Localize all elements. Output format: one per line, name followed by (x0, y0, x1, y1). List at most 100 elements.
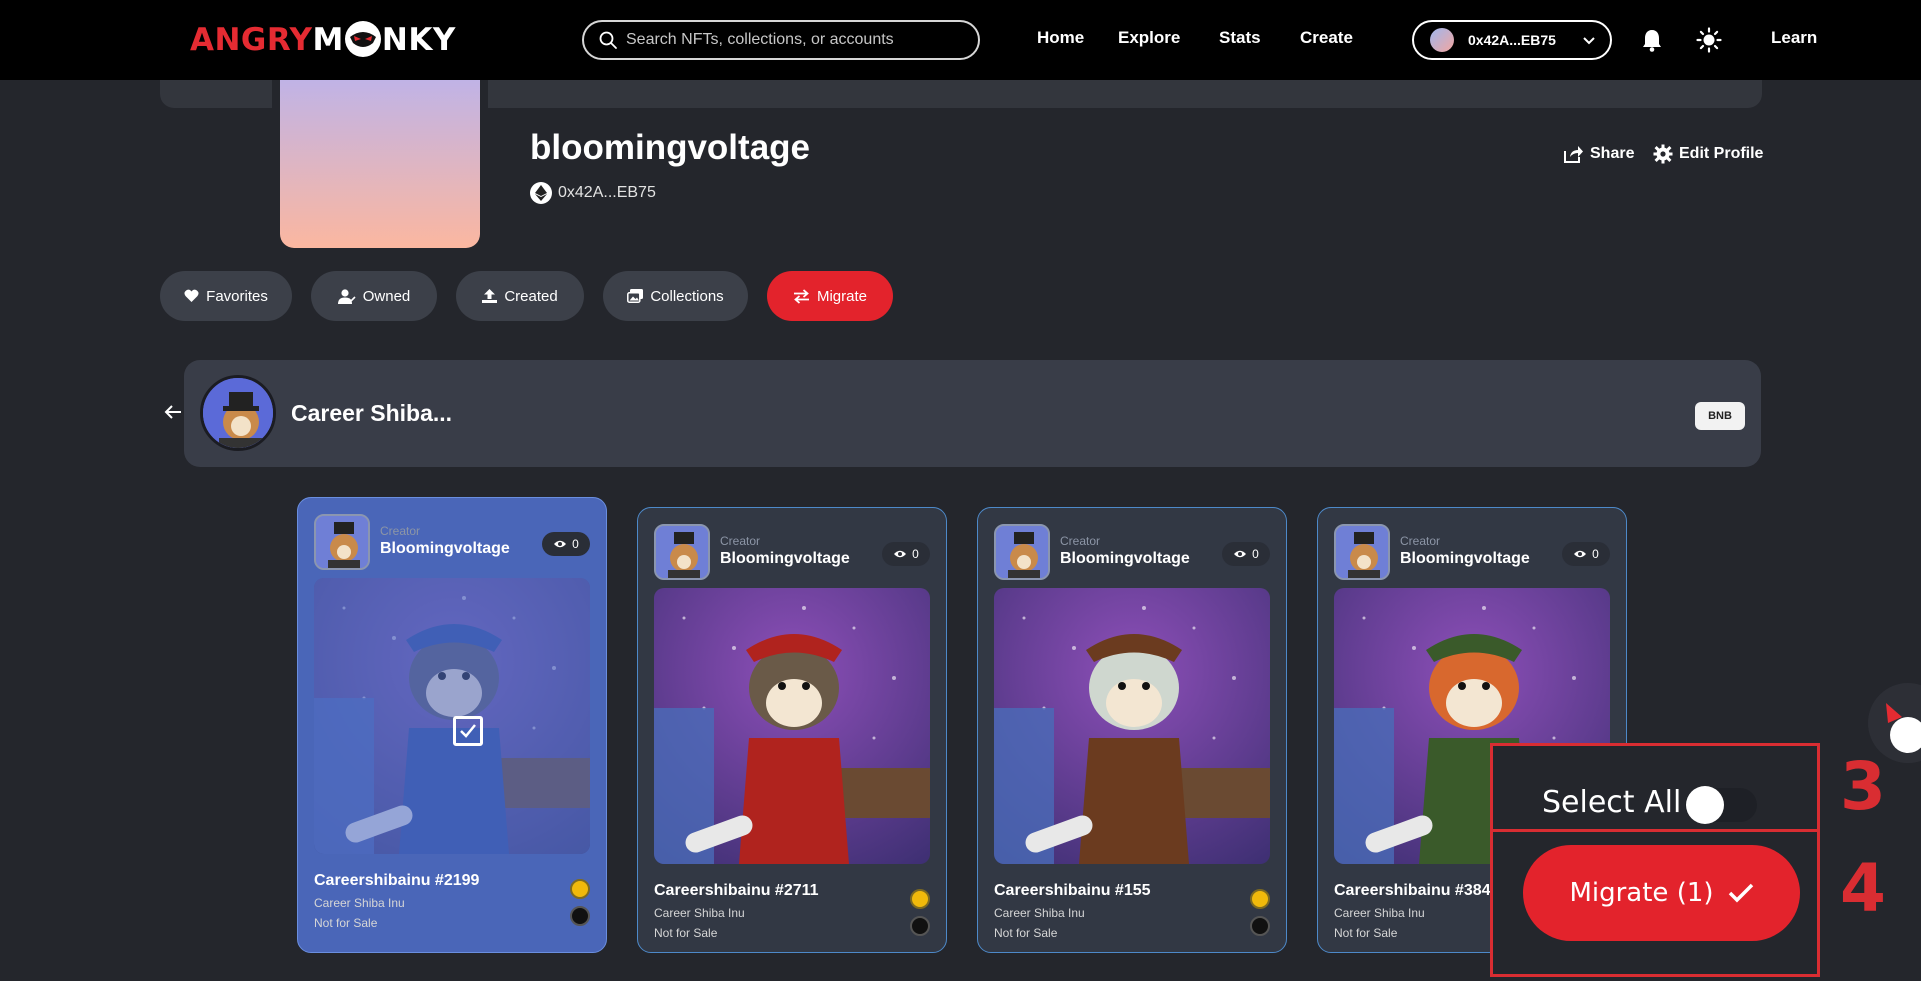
tab-created-label: Created (504, 287, 558, 305)
nft-title[interactable]: Careershibainu #3844 (1334, 882, 1499, 900)
view-count: 0 (542, 532, 590, 556)
nft-image[interactable] (654, 588, 930, 864)
nft-collection: Career Shiba Inu (994, 906, 1085, 920)
bell-icon[interactable] (1641, 28, 1663, 52)
search-bar[interactable] (582, 20, 980, 60)
creator-label: Creator (720, 534, 761, 548)
logo-text-m: M (312, 22, 344, 59)
nft-title[interactable]: Careershibainu #155 (994, 882, 1151, 900)
view-count: 0 (1562, 542, 1610, 566)
tab-migrate[interactable]: Migrate (767, 271, 893, 321)
edit-profile-button[interactable]: Edit Profile (1653, 144, 1763, 164)
tab-owned-label: Owned (362, 287, 411, 305)
nav-home[interactable]: Home (1037, 28, 1084, 48)
creator-label: Creator (1400, 534, 1441, 548)
nft-card[interactable]: Creator Bloomingvoltage 0 Careershibainu… (297, 497, 607, 953)
view-count-value: 0 (912, 547, 919, 561)
view-count: 0 (1222, 542, 1270, 566)
share-button[interactable]: Share (1562, 144, 1634, 164)
tab-favorites-label: Favorites (206, 287, 268, 305)
creator-name[interactable]: Bloomingvoltage (1400, 550, 1530, 568)
nft-sale-status: Not for Sale (1334, 926, 1398, 940)
upload-icon (482, 289, 498, 303)
select-all-label: Select All (1542, 785, 1682, 820)
logo[interactable]: ANGRYM NKY (190, 20, 456, 60)
migrate-button[interactable]: Migrate (1) (1523, 845, 1800, 941)
arrow-left-icon[interactable] (163, 402, 183, 422)
collection-avatar (200, 375, 276, 451)
nft-card[interactable]: Creator Bloomingvoltage 0 Careershibainu… (977, 507, 1287, 953)
view-count: 0 (882, 542, 930, 566)
tab-created[interactable]: Created (456, 271, 584, 321)
collection-name: Career Shiba... (291, 400, 453, 426)
nft-collection: Career Shiba Inu (1334, 906, 1425, 920)
creator-name[interactable]: Bloomingvoltage (380, 540, 510, 558)
nft-title[interactable]: Careershibainu #2711 (654, 882, 819, 900)
swap-icon (793, 288, 809, 304)
bnb-chain-icon (570, 879, 590, 899)
creator-label: Creator (1060, 534, 1101, 548)
logo-text-nky: NKY (381, 22, 456, 59)
eye-icon (1234, 550, 1247, 558)
tab-collections[interactable]: Collections (603, 271, 748, 321)
profile-address-row[interactable]: 0x42A...EB75 (530, 182, 656, 204)
nft-card[interactable]: Creator Bloomingvoltage 0 Careershibainu… (637, 507, 947, 953)
nft-image[interactable] (314, 578, 590, 854)
tab-owned[interactable]: Owned (311, 271, 437, 321)
logo-text-angry: ANGRY (190, 22, 313, 59)
step-3-number: 3 (1840, 748, 1886, 825)
logo-text: ANGRYM NKY (190, 20, 456, 60)
nav-stats[interactable]: Stats (1219, 28, 1261, 48)
monkey-chain-icon (570, 906, 590, 926)
wallet-button[interactable]: 0x42A...EB75 (1412, 20, 1612, 60)
chevron-down-icon (1583, 37, 1595, 45)
nav-learn[interactable]: Learn (1771, 28, 1817, 48)
eye-icon (1574, 550, 1587, 558)
creator-name[interactable]: Bloomingvoltage (720, 550, 850, 568)
wallet-address: 0x42A...EB75 (1468, 32, 1556, 48)
top-nav: ANGRYM NKY Home Explore Stats Create 0x42… (0, 0, 1921, 80)
user-icon (337, 288, 356, 304)
edit-profile-label: Edit Profile (1679, 145, 1764, 162)
tab-favorites[interactable]: Favorites (160, 271, 292, 321)
monkey-chain-icon (910, 916, 930, 936)
nav-explore[interactable]: Explore (1118, 28, 1180, 48)
select-all-toggle[interactable] (1685, 786, 1757, 824)
bnb-chain-icon (910, 889, 930, 909)
step-4-number: 4 (1840, 850, 1886, 927)
creator-avatar[interactable] (994, 524, 1050, 580)
heart-icon (184, 289, 199, 302)
gear-icon (1653, 144, 1673, 164)
nft-sale-status: Not for Sale (314, 916, 378, 930)
monkey-chain-icon (1250, 916, 1270, 936)
nft-title[interactable]: Careershibainu #2199 (314, 872, 479, 890)
toggle-knob (1686, 786, 1724, 824)
eye-icon (894, 550, 907, 558)
migrate-button-label: Migrate (1) (1569, 878, 1714, 908)
view-count-value: 0 (572, 537, 579, 551)
nft-image[interactable] (994, 588, 1270, 864)
creator-avatar[interactable] (314, 514, 370, 570)
wallet-avatar (1430, 28, 1454, 52)
selected-checkbox[interactable] (453, 716, 483, 746)
search-input[interactable] (626, 31, 956, 49)
nft-collection: Career Shiba Inu (654, 906, 745, 920)
profile-avatar (280, 80, 480, 248)
creator-avatar[interactable] (654, 524, 710, 580)
creator-avatar[interactable] (1334, 524, 1390, 580)
profile-address: 0x42A...EB75 (558, 184, 656, 201)
nft-sale-status: Not for Sale (994, 926, 1058, 940)
view-count-value: 0 (1592, 547, 1599, 561)
sun-icon[interactable] (1696, 27, 1722, 53)
nav-create[interactable]: Create (1300, 28, 1353, 48)
tab-collections-label: Collections (650, 287, 724, 305)
view-count-value: 0 (1252, 547, 1259, 561)
monkey-face-icon (344, 20, 381, 57)
chain-badge: BNB (1695, 402, 1745, 430)
share-label: Share (1590, 145, 1635, 162)
ethereum-icon (530, 182, 552, 204)
share-icon (1564, 146, 1583, 163)
images-icon (627, 289, 644, 303)
check-icon (1728, 883, 1753, 903)
creator-name[interactable]: Bloomingvoltage (1060, 550, 1190, 568)
